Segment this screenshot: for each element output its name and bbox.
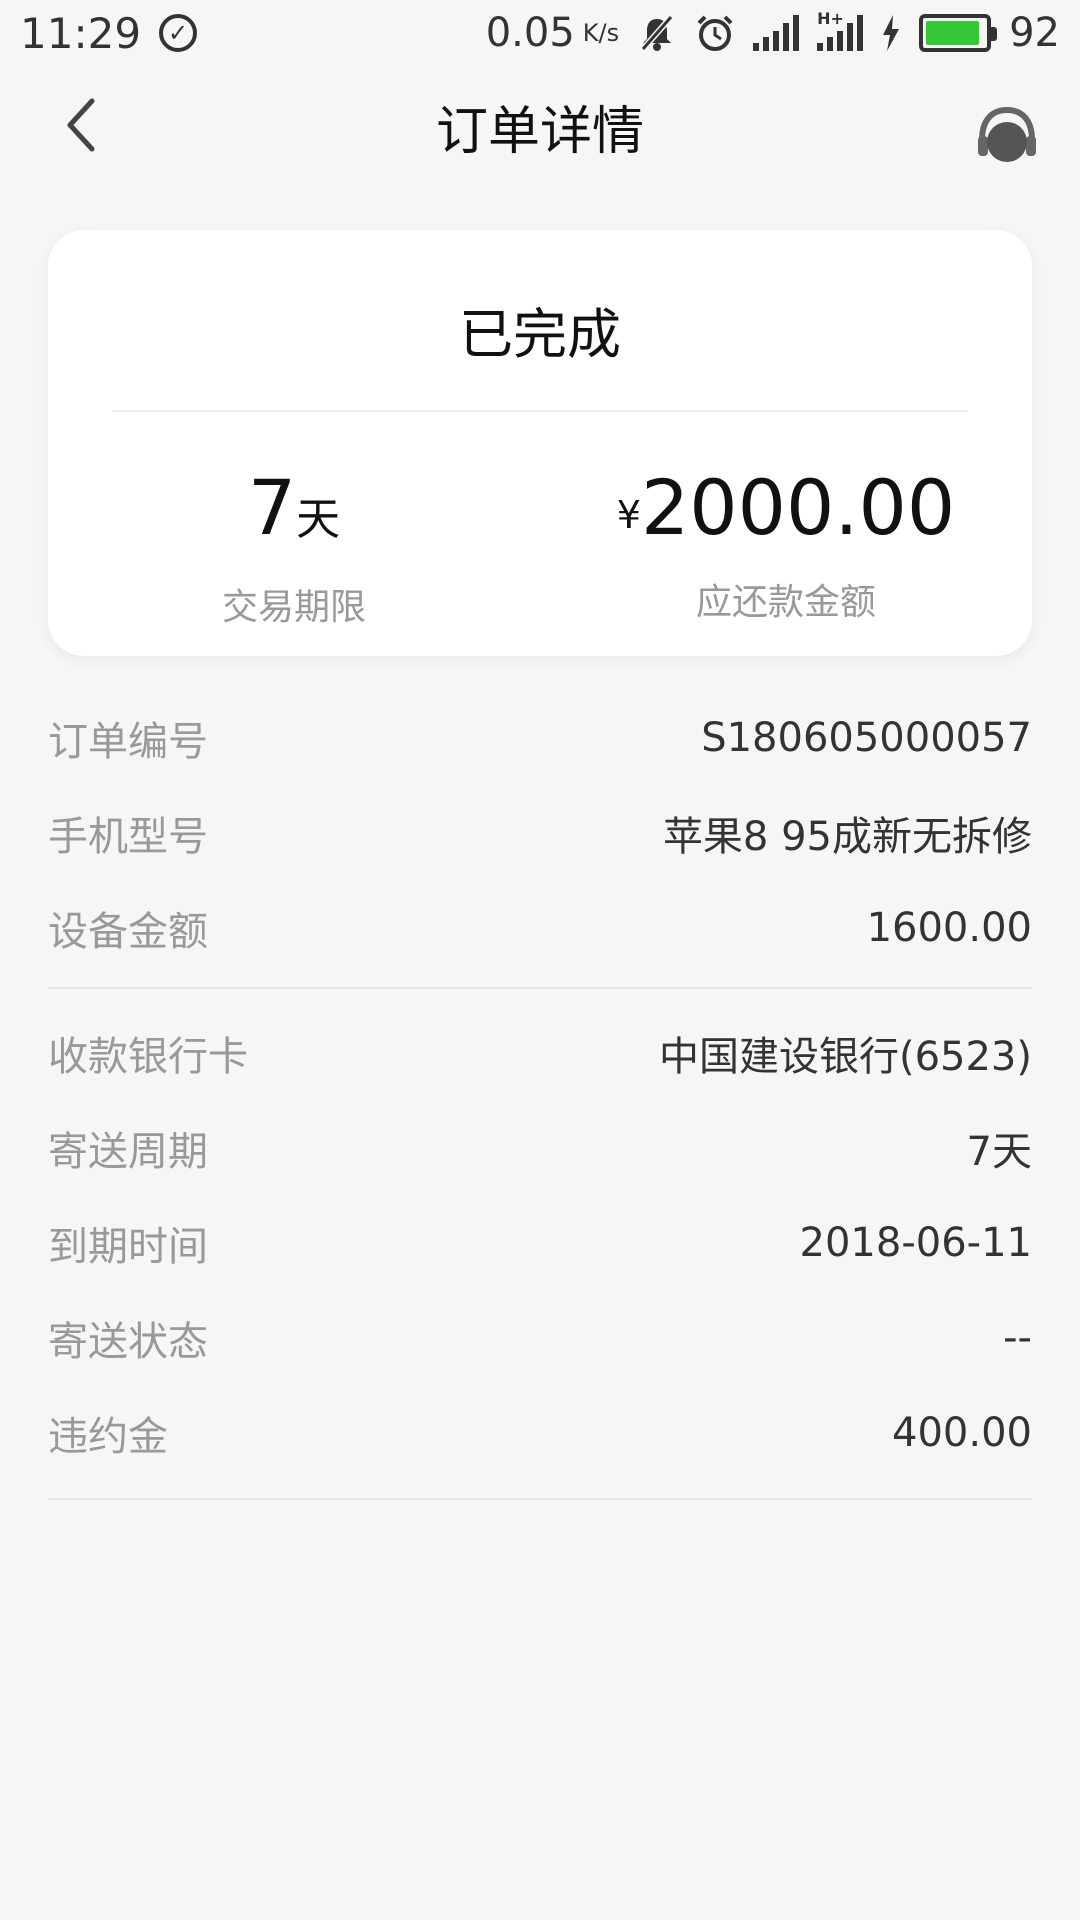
detail-value: 1600.00 [866, 904, 1032, 951]
amount-label: 应还款金额 [695, 582, 876, 623]
divider [112, 410, 968, 412]
divider [48, 987, 1032, 989]
order-status: 已完成 [459, 303, 621, 366]
detail-label: 寄送周期 [48, 1128, 208, 1175]
detail-row-device-amount: 设备金额 1600.00 [48, 880, 1032, 975]
currency-symbol: ¥ [616, 493, 641, 537]
detail-row-shipping-cycle: 寄送周期 7天 [48, 1100, 1032, 1195]
back-button[interactable] [50, 90, 110, 160]
term-label: 交易期限 [221, 587, 366, 628]
page-title: 订单详情 [435, 101, 644, 162]
alarm-icon [695, 13, 735, 53]
battery-percent: 92 [1009, 10, 1060, 56]
network-speed: 0.05 [485, 10, 575, 56]
term-unit: 天 [296, 494, 341, 545]
status-bar: 11:29 ✓ 0.05 K/s H+ 92 [0, 0, 1080, 66]
detail-label: 寄送状态 [48, 1318, 208, 1365]
amount-value: 2000.00 [640, 463, 956, 552]
amount-value-line: ¥2000.00 [540, 460, 1032, 563]
signal-hplus-icon: H+ [817, 9, 864, 53]
headset-icon [978, 106, 1036, 162]
detail-value: 中国建设银行(6523) [658, 1033, 1032, 1080]
term-value-line: 7天 [48, 460, 540, 568]
charging-bolt-icon [881, 13, 901, 53]
detail-value: 2018-06-11 [799, 1219, 1032, 1266]
detail-label: 到期时间 [48, 1223, 208, 1270]
term-stat: 7天 交易期限 [48, 460, 540, 630]
amount-stat: ¥2000.00 应还款金额 [540, 460, 1032, 625]
detail-row-due-date: 到期时间 2018-06-11 [48, 1195, 1032, 1290]
detail-value: 7天 [966, 1128, 1032, 1175]
battery-level-fill [926, 21, 980, 45]
order-details: 订单编号 S180605000057 手机型号 苹果8 95成新无拆修 设备金额… [48, 690, 1032, 1516]
network-speed-unit: K/s [582, 19, 620, 47]
signal-icon [753, 13, 800, 53]
term-value: 7 [247, 463, 297, 552]
detail-value: -- [1003, 1314, 1032, 1361]
detail-label: 手机型号 [48, 813, 208, 860]
status-time: 11:29 [20, 8, 142, 58]
detail-value: 苹果8 95成新无拆修 [662, 813, 1032, 860]
customer-service-button[interactable] [974, 102, 1040, 168]
divider [48, 1498, 1032, 1500]
detail-row-order-number: 订单编号 S180605000057 [48, 690, 1032, 785]
detail-label: 违约金 [48, 1413, 168, 1460]
detail-label: 订单编号 [48, 718, 208, 765]
detail-row-bank-card: 收款银行卡 中国建设银行(6523) [48, 1005, 1032, 1100]
detail-value: 400.00 [892, 1409, 1032, 1456]
chevron-left-icon [67, 98, 95, 152]
order-summary-card: 已完成 7天 交易期限 ¥2000.00 应还款金额 [48, 230, 1032, 656]
detail-label: 收款银行卡 [48, 1033, 248, 1080]
bell-muted-icon [637, 13, 677, 53]
battery-icon [919, 14, 998, 52]
detail-value: S180605000057 [701, 714, 1032, 761]
check-circle-icon: ✓ [159, 14, 198, 52]
detail-label: 设备金额 [48, 908, 208, 955]
network-type: H+ [817, 9, 844, 28]
header: 订单详情 [0, 66, 1080, 186]
detail-row-phone-model: 手机型号 苹果8 95成新无拆修 [48, 785, 1032, 880]
detail-row-penalty: 违约金 400.00 [48, 1385, 1032, 1480]
detail-row-shipping-status: 寄送状态 -- [48, 1290, 1032, 1385]
